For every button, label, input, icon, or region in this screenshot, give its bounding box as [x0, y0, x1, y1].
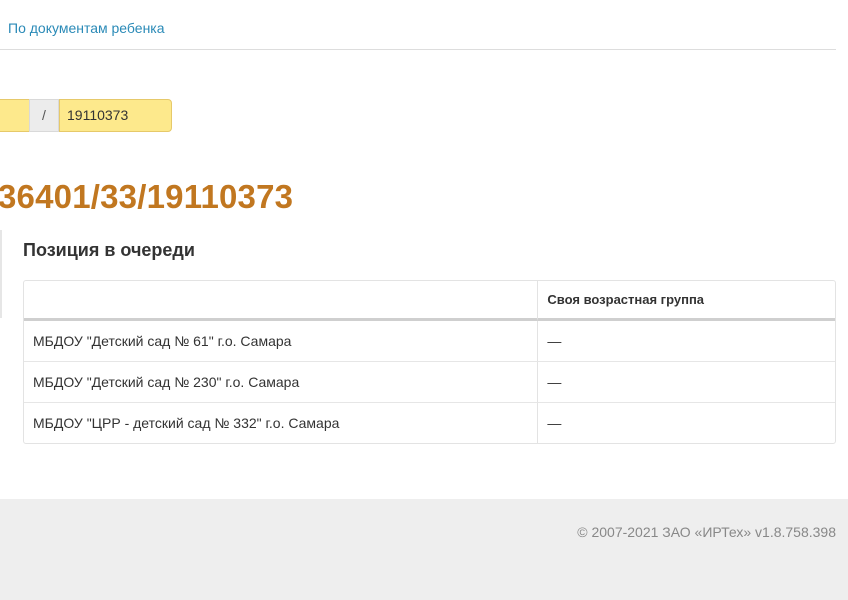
column-header-institution [24, 281, 539, 321]
nav-tabs: По документам ребенка [0, 0, 836, 50]
copyright-text: © 2007-2021 ЗАО «ИРТех» v1.8.758.398 [577, 524, 836, 540]
institution-name-cell: МБДОУ "Детский сад № 61" г.о. Самара [24, 321, 539, 361]
institution-name-cell: МБДОУ "Детский сад № 230" г.о. Самара [24, 361, 539, 402]
queue-table-body: МБДОУ "Детский сад № 61" г.о. Самара — М… [24, 321, 835, 443]
tab-by-child-documents[interactable]: По документам ребенка [8, 20, 165, 36]
queue-table: Своя возрастная группа МБДОУ "Детский са… [23, 280, 836, 444]
number-value-field[interactable]: 19110373 [59, 99, 172, 132]
document-number-heading: 36401/33/19110373 [0, 178, 294, 215]
age-group-cell: — [538, 361, 835, 402]
header-row: Своя возрастная группа [24, 281, 835, 321]
age-group-cell: — [547, 333, 562, 349]
table-row: МБДОУ "ЦРР - детский сад № 332" г.о. Сам… [24, 402, 835, 443]
column-header-age-group: Своя возрастная группа [538, 281, 835, 321]
number-prefix-field[interactable] [0, 99, 29, 132]
queue-position-title: Позиция в очереди [23, 240, 195, 260]
queue-table-header: Своя возрастная группа [24, 281, 835, 321]
side-divider [0, 230, 2, 318]
institution-name-cell: МБДОУ "ЦРР - детский сад № 332" г.о. Сам… [24, 402, 539, 443]
table-row: МБДОУ "Детский сад № 61" г.о. Самара — [24, 321, 835, 361]
footer: © 2007-2021 ЗАО «ИРТех» v1.8.758.398 [0, 499, 848, 600]
page: По документам ребенка / 19110373 36401/3… [0, 0, 848, 600]
age-group-cell: — [538, 402, 835, 443]
table-row: МБДОУ "Детский сад № 230" г.о. Самара — [24, 361, 835, 402]
number-separator: / [29, 99, 59, 132]
document-number-input-group: / 19110373 [0, 99, 172, 132]
